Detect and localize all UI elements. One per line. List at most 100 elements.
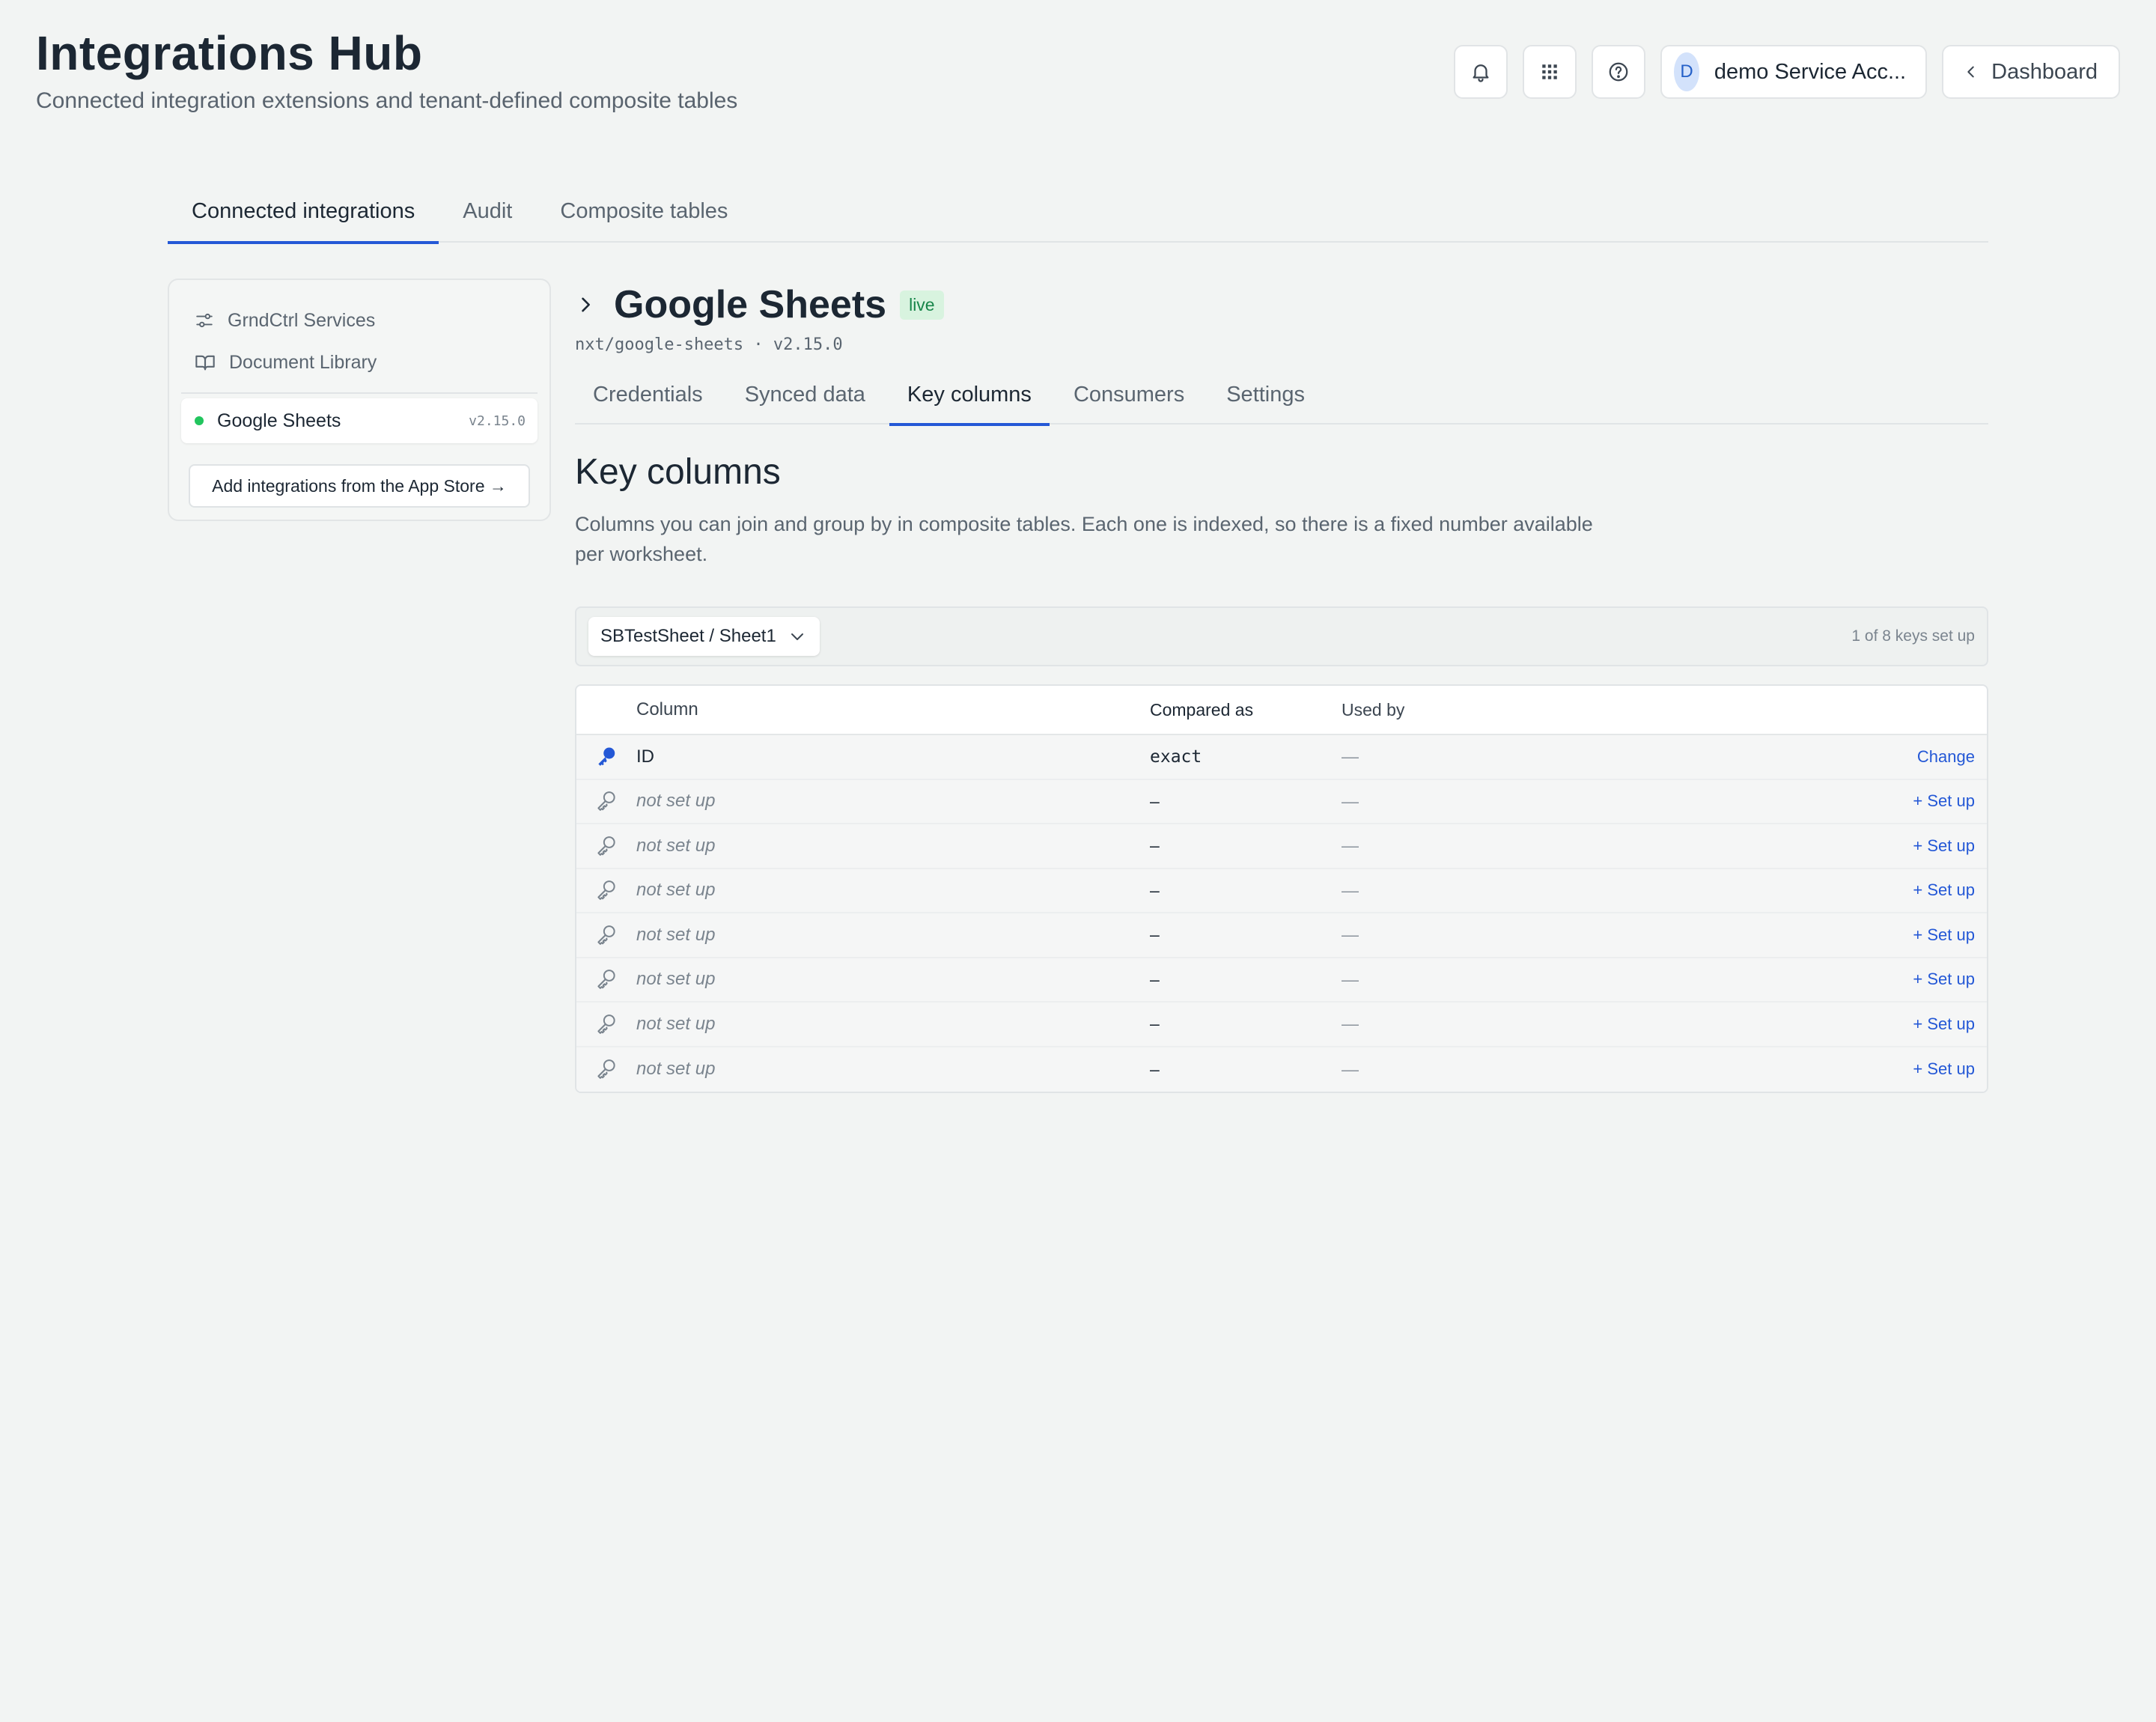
status-badge: live <box>900 290 944 320</box>
dashboard-button[interactable]: Dashboard <box>1942 45 2120 99</box>
question-icon <box>1609 62 1628 82</box>
used-by-value: — <box>1342 1059 1359 1079</box>
set-up-key-button[interactable]: + Set up <box>1852 925 1987 945</box>
table-row: not set up – — + Set up <box>576 913 1987 958</box>
compared-as-value: – <box>1150 880 1160 900</box>
table-row: not set up – — + Set up <box>576 1047 1987 1092</box>
integration-title: Google Sheets <box>614 283 887 326</box>
add-integrations-button[interactable]: Add integrations from the App Store → <box>189 464 530 508</box>
sheet-selector[interactable]: SBTestSheet / Sheet1 <box>588 617 820 656</box>
sidebar-item-label: GrndCtrl Services <box>228 309 376 331</box>
compared-as-value: – <box>1150 969 1160 989</box>
table-row: not set up – — + Set up <box>576 779 1987 824</box>
integration-detail: Google Sheets live nxt/google-sheets · v… <box>575 279 1988 1093</box>
tab-credentials[interactable]: Credentials <box>575 374 721 425</box>
compared-as-value: – <box>1150 925 1160 945</box>
key-icon-cell <box>576 835 636 857</box>
table-row: not set up – — + Set up <box>576 824 1987 869</box>
used-by-value: — <box>1342 791 1359 811</box>
key-icon-cell <box>576 746 636 768</box>
column-header-used-by: Used by <box>1342 699 1405 719</box>
key-column-name: not set up <box>636 880 716 901</box>
set-up-key-button[interactable]: + Set up <box>1852 880 1987 900</box>
used-by-value: — <box>1342 925 1359 945</box>
chevron-left-icon <box>1967 66 1974 78</box>
used-by-value: — <box>1342 836 1359 856</box>
integration-header: Google Sheets live <box>575 279 1988 331</box>
key-icon-cell <box>576 924 636 946</box>
change-key-button[interactable]: Change <box>1852 747 1987 767</box>
compared-as-value: – <box>1150 791 1160 811</box>
table-header: Column Compared as Used by <box>576 686 1987 735</box>
compared-as-value: – <box>1150 1014 1160 1034</box>
column-header-compared-as: Compared as <box>1150 699 1254 719</box>
top-actions: D demo Service Acc... Dashboard <box>1454 45 2120 99</box>
notifications-button[interactable] <box>1454 45 1508 99</box>
key-icon <box>598 747 615 766</box>
tab-consumers[interactable]: Consumers <box>1056 374 1202 425</box>
tab-synced-data[interactable]: Synced data <box>727 374 883 425</box>
key-outline-icon <box>597 1014 615 1034</box>
key-icon-cell <box>576 968 636 991</box>
table-row: ID exact — Change <box>576 735 1987 780</box>
key-outline-icon <box>597 970 615 990</box>
tab-connected-integrations[interactable]: Connected integrations <box>168 189 439 244</box>
set-up-key-button[interactable]: + Set up <box>1852 791 1987 811</box>
set-up-key-button[interactable]: + Set up <box>1852 1014 1987 1034</box>
set-up-key-button[interactable]: + Set up <box>1852 970 1987 989</box>
sliders-icon <box>196 313 213 328</box>
tab-audit[interactable]: Audit <box>439 189 536 243</box>
key-column-name: not set up <box>636 791 716 812</box>
status-dot <box>195 416 204 425</box>
page-title: Integrations Hub <box>36 26 423 80</box>
key-icon-cell <box>576 1013 636 1035</box>
key-column-name: not set up <box>636 835 716 856</box>
page-subtitle: Connected integration extensions and ten… <box>36 88 738 113</box>
book-icon <box>195 355 215 371</box>
sidebar-item-grndctrl-services[interactable]: GrndCtrl Services <box>181 299 538 341</box>
tab-settings[interactable]: Settings <box>1208 374 1323 425</box>
key-outline-icon <box>597 791 615 812</box>
column-header-column: Column <box>636 699 698 719</box>
user-menu-button[interactable]: D demo Service Acc... <box>1660 45 1928 99</box>
tab-key-columns[interactable]: Key columns <box>889 374 1050 426</box>
sidebar-item-google-sheets[interactable]: Google Sheets v2.15.0 <box>181 398 538 443</box>
integrations-sidebar: GrndCtrl Services Document Library Googl… <box>168 279 551 521</box>
grid-icon <box>1542 64 1557 79</box>
key-column-name: not set up <box>636 924 716 945</box>
key-column-name: not set up <box>636 1059 716 1080</box>
key-columns-toolbar: SBTestSheet / Sheet1 1 of 8 keys set up <box>575 606 1988 666</box>
set-up-key-button[interactable]: + Set up <box>1852 1059 1987 1079</box>
used-by-value: — <box>1342 969 1359 989</box>
compared-as-value: exact <box>1150 746 1202 767</box>
chevron-down-icon <box>791 633 803 640</box>
integration-tabs: Credentials Synced data Key columns Cons… <box>575 374 1988 426</box>
help-button[interactable] <box>1592 45 1646 99</box>
compared-as-value: – <box>1150 1059 1160 1079</box>
key-icon-cell <box>576 790 636 812</box>
key-outline-icon <box>597 880 615 901</box>
table-row: not set up – — + Set up <box>576 958 1987 1003</box>
section-description: Columns you can join and group by in com… <box>575 513 1593 565</box>
keys-count: 1 of 8 keys set up <box>1851 627 1975 645</box>
used-by-value: — <box>1342 746 1359 767</box>
sidebar-item-label: Document Library <box>229 351 377 373</box>
tab-composite-tables[interactable]: Composite tables <box>536 189 752 243</box>
chevron-right-icon[interactable] <box>575 294 596 315</box>
section-title: Key columns <box>575 452 781 492</box>
key-outline-icon <box>597 836 615 856</box>
used-by-value: — <box>1342 1014 1359 1034</box>
avatar: D <box>1674 52 1699 91</box>
version-label: v2.15.0 <box>469 413 526 429</box>
bell-icon <box>1473 64 1489 82</box>
user-name: demo Service Acc... <box>1714 59 1907 84</box>
sidebar-item-document-library[interactable]: Document Library <box>181 341 538 383</box>
set-up-key-button[interactable]: + Set up <box>1852 836 1987 856</box>
apps-button[interactable] <box>1523 45 1577 99</box>
key-icon-cell <box>576 1058 636 1080</box>
compared-as-value: – <box>1150 836 1160 856</box>
key-outline-icon <box>597 1059 615 1080</box>
key-column-name: not set up <box>636 969 716 990</box>
sidebar-divider <box>181 392 538 394</box>
key-icon-cell <box>576 879 636 901</box>
